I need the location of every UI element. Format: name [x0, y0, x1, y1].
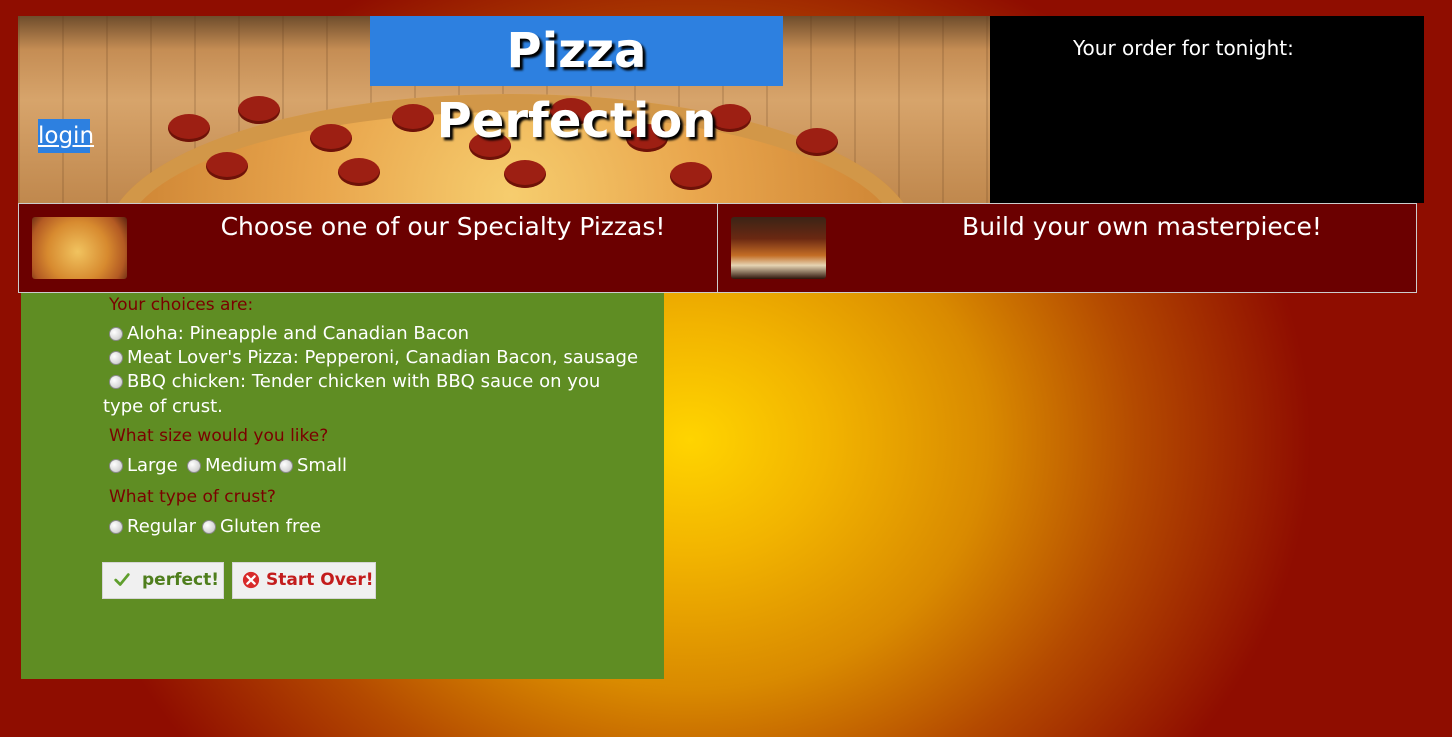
radio-button[interactable] [109, 374, 123, 389]
build-your-own-label: Build your own masterpiece! [962, 212, 1322, 241]
radio-button[interactable] [109, 519, 123, 534]
pepperoni-decoration [238, 96, 280, 124]
aloha-option-label: Aloha: Pineapple and Canadian Bacon [127, 323, 470, 344]
bbq-chicken-option-label: BBQ chicken: Tender chicken with BBQ sau… [127, 371, 601, 392]
crust-gluten-free-option[interactable]: Gluten free [202, 516, 321, 537]
pizza-menu-tabs: Choose one of our Specialty Pizzas! Buil… [18, 203, 1417, 293]
specialty-order-form: Your choices are: Aloha: Pineapple and C… [21, 293, 664, 679]
pepperoni-decoration [392, 104, 434, 132]
hero-banner: Pizza Perfection login [18, 16, 990, 203]
meat-lovers-option-label: Meat Lover's Pizza: Pepperoni, Canadian … [127, 347, 639, 368]
login-link[interactable]: login [38, 119, 94, 153]
size-small-option[interactable]: Small [279, 455, 347, 476]
start-over-button-label: Start Over! [266, 570, 374, 590]
order-summary-panel: Your order for tonight: [990, 16, 1424, 203]
bbq-option-continuation: type of crust. [103, 396, 223, 417]
radio-button[interactable] [109, 458, 123, 473]
size-small-label: Small [297, 455, 347, 476]
start-over-button[interactable]: Start Over! [232, 562, 376, 599]
size-large-label: Large [127, 455, 178, 476]
pepperoni-decoration [670, 162, 712, 190]
specialty-pizza-thumbnail [32, 217, 127, 279]
crust-gluten-free-label: Gluten free [220, 516, 322, 537]
aloha-radio-option[interactable]: Aloha: Pineapple and Canadian Bacon [109, 323, 469, 344]
pepperoni-decoration [504, 160, 546, 188]
perfect-button-label: perfect! [142, 570, 219, 590]
choices-heading: Your choices are: [109, 295, 254, 315]
radio-button[interactable] [109, 350, 123, 365]
specialty-pizzas-tab[interactable]: Choose one of our Specialty Pizzas! [18, 203, 718, 293]
size-medium-option[interactable]: Medium [187, 455, 277, 476]
crust-regular-label: Regular [127, 516, 197, 537]
close-icon [242, 571, 260, 589]
size-heading: What size would you like? [109, 426, 329, 446]
radio-button[interactable] [279, 458, 293, 473]
order-label: Your order for tonight: [1073, 36, 1294, 60]
pepperoni-decoration [796, 128, 838, 156]
build-your-own-tab[interactable]: Build your own masterpiece! [717, 203, 1417, 293]
bbq-chicken-radio-option[interactable]: BBQ chicken: Tender chicken with BBQ sau… [109, 371, 600, 392]
size-large-option[interactable]: Large [109, 455, 178, 476]
pepperoni-decoration [168, 114, 210, 142]
radio-button[interactable] [109, 326, 123, 341]
check-icon [114, 573, 130, 586]
radio-button[interactable] [202, 519, 216, 534]
perfect-button[interactable]: perfect! [102, 562, 224, 599]
site-title: Pizza Perfection [370, 16, 783, 149]
pepperoni-decoration [206, 152, 248, 180]
size-medium-label: Medium [205, 455, 277, 476]
radio-button[interactable] [187, 458, 201, 473]
crust-regular-option[interactable]: Regular [109, 516, 196, 537]
meat-lovers-radio-option[interactable]: Meat Lover's Pizza: Pepperoni, Canadian … [109, 347, 638, 368]
crust-heading: What type of crust? [109, 487, 276, 507]
specialty-pizzas-label: Choose one of our Specialty Pizzas! [220, 212, 666, 241]
pepperoni-decoration [310, 124, 352, 152]
build-pizza-thumbnail [731, 217, 826, 279]
pepperoni-decoration [338, 158, 380, 186]
